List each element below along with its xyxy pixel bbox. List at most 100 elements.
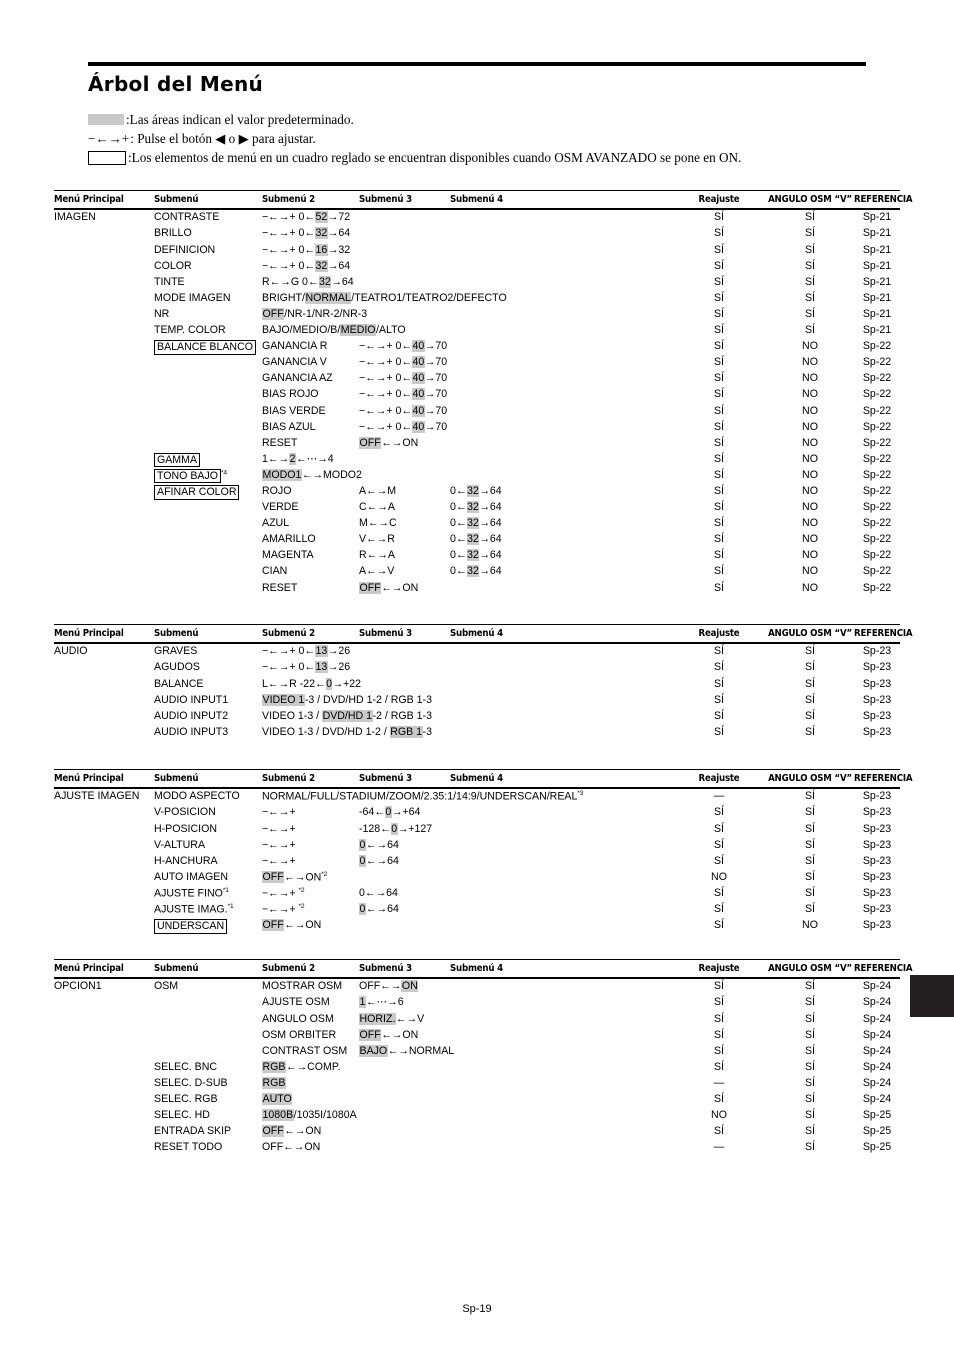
cell-angulo-osm: NO: [802, 340, 818, 353]
table-row: BIAS AZUL −←→+ 0←40→70 SÍ NO Sp-22: [54, 420, 900, 436]
cell-referencia: Sp-22: [862, 436, 892, 449]
cell-reajuste: SÍ: [713, 1044, 724, 1057]
table-row: TEMP. COLOR BAJO/MEDIO/B/MEDIO/ALTO SÍ SÍ Sp…: [54, 323, 900, 339]
highlight-default: 1080B: [262, 1109, 294, 1122]
table-row: AUTO IMAGEN OFF←→ON*2 NO SÍ Sp-23: [54, 870, 900, 886]
highlight-default: HORIZ.: [359, 1012, 396, 1025]
legend-text-default: :Las áreas indican el valor predetermina…: [126, 112, 354, 127]
cell-submenu-2: MOSTRAR OSM: [262, 980, 343, 993]
cell-angulo-osm: SÍ: [804, 1060, 815, 1073]
cell-angulo-osm: SÍ: [804, 886, 815, 899]
cell-referencia: Sp-22: [862, 340, 892, 353]
cell-submenu-2: OFF←→ON: [262, 1125, 322, 1138]
table-row: BALANCE L←→R -22←0→+22 SÍ SÍ Sp-23: [54, 677, 900, 693]
highlight-default: NORMAL: [304, 291, 352, 304]
legend-text-adjust: : Pulse el botón ◀ o ▶ para ajustar.: [130, 131, 316, 146]
cell-reajuste: SÍ: [713, 1093, 724, 1106]
cell-angulo-osm: SÍ: [804, 645, 815, 658]
table-row: RESET OFF←→ON SÍ NO Sp-22: [54, 581, 900, 597]
cell-angulo-osm: SÍ: [804, 709, 815, 722]
cell-submenu-3: 0←→64: [359, 903, 399, 916]
cell-submenu-2: RESET: [262, 436, 298, 449]
cell-angulo-osm: NO: [802, 533, 818, 546]
cell-submenu-2: 1←→2←⋯→4: [262, 452, 334, 465]
cell-submenu-2: VIDEO 1-3 / DVD/HD 1-2 / RGB 1-3: [262, 693, 432, 706]
table-row: BRILLO −←→+ 0←32→64 SÍ SÍ Sp-21: [54, 226, 900, 242]
cell-reajuste: NO: [711, 870, 727, 883]
highlight-default: OFF: [359, 436, 382, 449]
menu-tree-page: Árbol del Menú :Las áreas indican el val…: [0, 0, 954, 1351]
table-body: AUDIO GRAVES −←→+ 0←13→26 SÍ SÍ Sp-23 AGUDOS −←…: [54, 644, 900, 741]
table-row: MAGENTA R←→A 0←32→64 SÍ NO Sp-22: [54, 548, 900, 564]
cell-submenu-2: OFF←→ON*2: [262, 870, 328, 884]
table-row: BALANCE BLANCO GANANCIA R −←→+ 0←40→70 SÍ NO…: [54, 339, 900, 355]
cell-submenu-2: ROJO: [262, 484, 292, 497]
cell-submenu-3: OFF←→ON: [359, 581, 419, 594]
table-header-row: Menú Principal Submenú Submenú 2 Submenú 3 S…: [54, 191, 913, 208]
cell-submenu-3: -128←0→+127: [359, 822, 433, 835]
cell-angulo-osm: SÍ: [804, 211, 815, 224]
highlight-default: 32: [466, 501, 480, 514]
cell-angulo-osm: SÍ: [804, 291, 815, 304]
col-header-sub2: Submenú 2: [262, 194, 315, 205]
table-row: AJUSTE IMAG.*1 −←→+ *2 0←→64 SÍ SÍ Sp-23: [54, 902, 900, 918]
cell-submenu-1: ENTRADA SKIP: [154, 1125, 232, 1138]
cell-reajuste: SÍ: [713, 854, 724, 867]
cell-submenu-2: CIAN: [262, 565, 288, 578]
cell-submenu-3: OFF←→ON: [359, 980, 419, 993]
cell-angulo-osm: SÍ: [804, 243, 815, 256]
cell-angulo-osm: NO: [802, 565, 818, 578]
menu-table-audio: Menú Principal Submenú Submenú 2 Submenú 3 S…: [54, 624, 913, 741]
table-row: ANGULO OSM HORIZ.←→V SÍ SÍ Sp-24: [54, 1012, 900, 1028]
cell-angulo-osm: SÍ: [804, 903, 815, 916]
cell-submenu-1: OSM: [154, 980, 179, 993]
highlight-default: 40: [412, 372, 425, 385]
col-header-sub3: Submenú 3: [359, 628, 412, 639]
cell-referencia: Sp-24: [862, 1060, 892, 1073]
cell-submenu-1: GRAVES: [154, 645, 198, 658]
cell-referencia: Sp-22: [862, 565, 892, 578]
col-header-sub3: Submenú 3: [359, 194, 412, 205]
highlight-default: 0: [390, 822, 398, 835]
cell-reajuste: SÍ: [713, 709, 724, 722]
cell-referencia: Sp-22: [862, 356, 892, 369]
table-row: AFINAR COLOR ROJO A←→M 0←32→64 SÍ NO Sp-22: [54, 484, 900, 500]
highlight-default: 0: [359, 838, 366, 851]
cell-submenu-2: OFF←→ON: [262, 919, 322, 932]
cell-referencia: Sp-21: [862, 291, 892, 304]
cell-reajuste: —: [713, 1141, 725, 1154]
highlight-default: 32: [466, 549, 480, 562]
cell-submenu-2: RGB: [262, 1076, 286, 1089]
cell-angulo-osm: NO: [802, 484, 818, 497]
table-row: MODE IMAGEN BRIGHT/NORMAL/TEATRO1/TEATRO2…: [54, 291, 900, 307]
cell-reajuste: SÍ: [713, 388, 724, 401]
highlight-default: 40: [412, 356, 425, 369]
cell-submenu-3: −←→+ 0←40→70: [359, 356, 448, 369]
table-row: AJUSTE IMAGEN MODO ASPECTO NORMAL/FULL/STA…: [54, 789, 900, 805]
table-body: OPCION1 OSM MOSTRAR OSM OFF←→ON SÍ SÍ Sp-24 AJU…: [54, 979, 900, 1156]
cell-angulo-osm: SÍ: [804, 725, 815, 738]
cell-submenu-3: C←→A: [359, 501, 395, 514]
cell-submenu-1: BALANCE: [154, 677, 204, 690]
cell-submenu-3: M←→C: [359, 517, 397, 530]
cell-submenu-2: MAGENTA: [262, 549, 314, 562]
cell-referencia: Sp-22: [862, 388, 892, 401]
cell-submenu-4: 0←32→64: [450, 484, 502, 497]
cell-angulo-osm: SÍ: [804, 870, 815, 883]
cell-submenu-2: BAJO/MEDIO/B/MEDIO/ALTO: [262, 324, 406, 337]
cell-reajuste: SÍ: [713, 838, 724, 851]
table-row: ENTRADA SKIP OFF←→ON SÍ SÍ Sp-25: [54, 1124, 900, 1140]
gray-swatch-icon: [88, 114, 124, 125]
cell-reajuste: SÍ: [713, 565, 724, 578]
top-divider: [88, 62, 866, 66]
cell-referencia: Sp-25: [862, 1125, 892, 1138]
legend-text-advanced: :Los elementos de menú en un cuadro regl…: [128, 150, 742, 165]
highlight-default: OFF: [262, 919, 285, 932]
cell-submenu-4: 0←32→64: [450, 565, 502, 578]
highlight-default: 1: [359, 996, 366, 1009]
cell-referencia: Sp-24: [862, 1093, 892, 1106]
cell-angulo-osm: SÍ: [804, 854, 815, 867]
highlight-default: 32: [466, 484, 480, 497]
cell-reajuste: SÍ: [713, 549, 724, 562]
cell-submenu-3: R←→A: [359, 549, 395, 562]
